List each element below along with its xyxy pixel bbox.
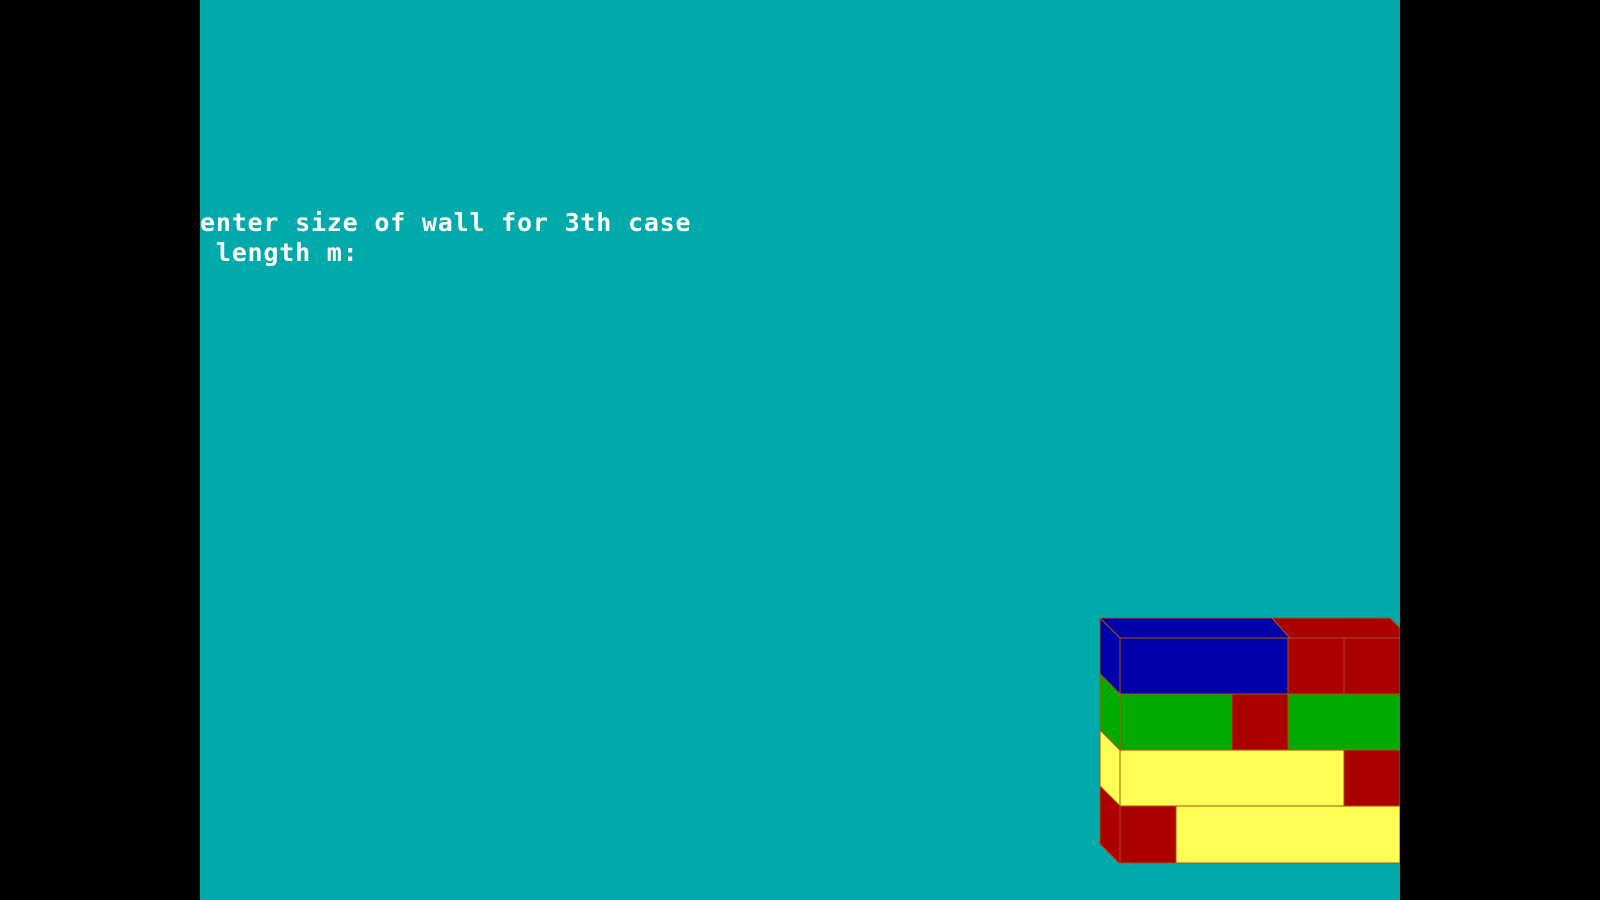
dos-screen: enter size of wall for 3th case length m… (200, 0, 1400, 900)
brick-row2-red (1231, 693, 1289, 751)
brick-row1-red-b (1343, 637, 1400, 695)
brick-row1-red-a (1287, 637, 1345, 695)
prompt-line: enter size of wall for 3th case (200, 208, 692, 237)
brick-row2-green-b (1287, 693, 1400, 751)
brick-row2-green-a (1119, 693, 1233, 751)
brick-row1-blue (1119, 637, 1289, 695)
brick-row3-yellow (1119, 749, 1345, 807)
brick-row3-red (1343, 749, 1400, 807)
wall-top-face-blue (1098, 617, 1292, 639)
length-prompt-label: length m: (200, 238, 359, 267)
brick-wall-graphic (1098, 616, 1400, 866)
brick-row4-red (1119, 805, 1177, 864)
length-input-prompt[interactable]: length m: (200, 238, 373, 268)
text-cursor (359, 258, 373, 261)
wall-top-face-red (1270, 617, 1400, 639)
brick-row4-yellow (1175, 805, 1400, 864)
